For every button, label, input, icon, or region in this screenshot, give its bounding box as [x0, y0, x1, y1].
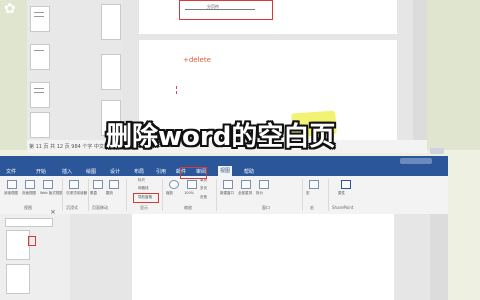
tab-help[interactable]: 帮助 [244, 168, 254, 175]
page-thumbnail[interactable] [30, 82, 50, 108]
tab-insert[interactable]: 插入 [62, 168, 72, 175]
print-layout-icon [25, 180, 35, 189]
zoom-100-icon [187, 180, 197, 189]
macros-button[interactable]: 宏 [306, 180, 320, 195]
vertical-button[interactable]: 垂直 [90, 180, 104, 195]
page-break-label: 分页符 [207, 4, 219, 9]
page-thumbnail[interactable] [6, 264, 30, 294]
page-thumbnail[interactable] [30, 112, 50, 138]
group-separator [302, 179, 303, 211]
properties-button[interactable]: 属性 [338, 180, 352, 195]
view-tab-highlight [180, 167, 207, 179]
group-label-immersive: 沉浸式 [66, 205, 78, 210]
navigation-pane-highlight [133, 193, 159, 203]
properties-icon [341, 180, 351, 189]
page-thumbnail[interactable] [101, 4, 121, 40]
page-thumbnail[interactable] [30, 44, 50, 70]
web-layout-button[interactable]: Web 版式视图 [40, 180, 63, 195]
arrange-all-button[interactable]: 全部重排 [238, 180, 252, 195]
group-label-views: 视图 [24, 205, 32, 210]
document-page[interactable]: 分页符 [139, 0, 397, 34]
group-label-page-movement: 页面移动 [92, 205, 108, 210]
split-icon [259, 180, 269, 189]
window-control[interactable] [430, 148, 444, 154]
group-separator [162, 179, 163, 211]
side-to-side-button[interactable]: 翻页 [106, 180, 120, 195]
group-label-macros: 宏 [310, 205, 314, 210]
group-separator [88, 179, 89, 211]
overlay-title: 删除word的空白页 [106, 122, 336, 152]
tab-view[interactable]: 视图 [218, 166, 233, 176]
tab-file[interactable]: 文件 [6, 168, 16, 175]
navigation-search-input[interactable] [5, 218, 53, 227]
navigation-pane-lower [0, 214, 70, 300]
thumbnail-highlight [28, 236, 36, 246]
zoom-100-button[interactable]: 100% [184, 180, 198, 195]
tab-design[interactable]: 设计 [110, 168, 120, 175]
tab-layout[interactable]: 布局 [134, 168, 144, 175]
group-separator [126, 179, 127, 211]
group-separator [328, 179, 329, 211]
magnifier-icon [169, 180, 179, 189]
flower-icon: ✿ [4, 1, 16, 17]
ribbon-view: 阅读视图 页面视图 Web 版式视图 视图 沉浸式阅读器 沉浸式 垂直 翻页 页… [0, 176, 448, 215]
new-window-button[interactable]: 新建窗口 [220, 180, 234, 195]
page-break-highlight [179, 0, 273, 20]
page-break-line [185, 9, 255, 10]
page-thumbnail[interactable] [101, 54, 121, 90]
immersive-reader-button[interactable]: 沉浸式阅读器 [66, 180, 87, 195]
web-layout-icon [43, 180, 53, 189]
group-separator [62, 179, 63, 211]
page-width-button[interactable]: 页宽 [200, 195, 212, 209]
ribbon-tab-bar: 文件 开始 插入 绘图 设计 布局 引用 邮件 审阅 视图 帮助 [0, 166, 448, 176]
page-thumbnail[interactable] [30, 6, 50, 32]
zoom-button[interactable]: 缩放 [166, 180, 180, 195]
document-canvas-lower [70, 214, 448, 300]
group-label-sharepoint: SharePoint [332, 205, 354, 210]
group-separator [216, 179, 217, 211]
split-button[interactable]: 拆分 [256, 180, 270, 195]
close-icon[interactable]: × [50, 208, 56, 216]
print-layout-button[interactable]: 页面视图 [22, 180, 36, 195]
vertical-icon [93, 180, 103, 189]
macros-icon [309, 180, 319, 189]
document-page[interactable] [132, 214, 394, 300]
read-mode-button[interactable]: 阅读视图 [4, 180, 18, 195]
vertical-scrollbar[interactable] [413, 0, 427, 140]
text-cursor [176, 86, 179, 94]
new-window-icon [223, 180, 233, 189]
side-to-side-icon [109, 180, 119, 189]
delete-hint: +delete [183, 56, 211, 64]
group-label-zoom: 缩放 [184, 205, 192, 210]
arrange-all-icon [241, 180, 251, 189]
read-mode-icon [7, 180, 17, 189]
status-text: 第 11 页 共 12 页 984 个字 中文(中国) [29, 144, 118, 150]
title-bar [0, 156, 448, 166]
tab-draw[interactable]: 绘图 [86, 168, 96, 175]
tab-home[interactable]: 开始 [36, 168, 46, 175]
vertical-scrollbar[interactable] [430, 214, 448, 300]
tab-references[interactable]: 引用 [156, 168, 166, 175]
group-label-window: 窗口 [262, 205, 270, 210]
group-label-show: 显示 [140, 205, 148, 210]
immersive-reader-icon [69, 180, 79, 189]
page-thumbnail[interactable] [6, 230, 30, 260]
account-area[interactable] [400, 158, 432, 164]
